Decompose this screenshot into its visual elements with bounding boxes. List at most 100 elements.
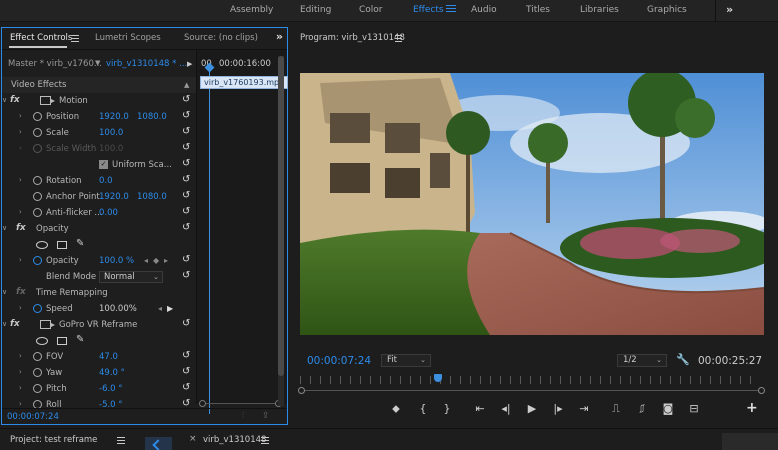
audio-filter-icon[interactable]: ⫶ [242, 411, 244, 421]
lift-icon[interactable]: ⎍ [608, 402, 624, 416]
project-tab[interactable]: Project: test reframe [10, 435, 97, 445]
reset-icon[interactable]: ↺ [182, 158, 190, 169]
tab-source[interactable]: Source: (no clips) [184, 33, 258, 43]
export-icon[interactable]: ⇪ [262, 411, 270, 421]
disclosure-triangle-icon[interactable]: ∨ [2, 96, 7, 104]
stopwatch-icon[interactable] [33, 192, 42, 201]
stopwatch-icon[interactable] [33, 352, 42, 361]
workspace-libraries[interactable]: Libraries [580, 5, 619, 15]
scale-value[interactable]: 100.0 [99, 128, 123, 138]
workspace-graphics[interactable]: Graphics [647, 5, 687, 15]
opacity-value[interactable]: 100.0 % [99, 256, 134, 266]
next-keyframe-icon[interactable]: ▶ [167, 304, 173, 313]
effect-opacity[interactable]: ∨ fx Opacity ↺ [2, 221, 196, 237]
motion-transform-icon[interactable] [40, 96, 55, 105]
rectangle-mask-icon[interactable] [57, 241, 67, 249]
reset-icon[interactable]: ↺ [182, 270, 190, 281]
tab-lumetri-scopes[interactable]: Lumetri Scopes [95, 33, 161, 43]
playhead-line[interactable] [209, 66, 210, 414]
zoom-handle-right[interactable] [758, 387, 765, 394]
rectangle-mask-icon[interactable] [57, 337, 67, 345]
step-forward-icon[interactable]: |▸ [550, 402, 566, 415]
effect-motion[interactable]: ∨ fx Motion ↺ [2, 93, 196, 109]
current-timecode[interactable]: 00:00:07:24 [307, 355, 371, 367]
zoom-handle-left[interactable] [199, 400, 206, 407]
disclosure-triangle-icon[interactable]: ∨ [2, 320, 7, 328]
panel-menu-icon[interactable] [71, 33, 79, 44]
uniform-scale-checkbox[interactable]: ✓ [99, 160, 108, 169]
sequence-tab[interactable]: virb_v1310148 [203, 435, 266, 445]
reset-icon[interactable]: ↺ [182, 110, 190, 121]
prev-keyframe-icon[interactable]: ◂ [158, 304, 162, 313]
mark-in-icon[interactable]: { [415, 402, 431, 415]
reset-icon[interactable]: ↺ [182, 142, 190, 153]
stopwatch-icon[interactable] [33, 368, 42, 377]
master-clip-label[interactable]: Master * virb_v1760... [8, 59, 102, 69]
reset-icon[interactable]: ↺ [182, 350, 190, 361]
disclosure-triangle-icon[interactable]: › [19, 400, 22, 408]
disclosure-triangle-icon[interactable]: › [19, 128, 22, 136]
effect-time-remapping[interactable]: ∨ fx Time Remapping [2, 285, 196, 301]
fov-value[interactable]: 47.0 [99, 352, 118, 362]
reset-icon[interactable]: ↺ [182, 206, 190, 217]
disclosure-triangle-icon[interactable]: › [19, 208, 22, 216]
step-back-icon[interactable]: ◂| [498, 402, 514, 415]
zoom-scroll-track[interactable] [300, 390, 762, 391]
workspace-effects[interactable]: Effects [413, 5, 444, 15]
mark-out-icon[interactable]: } [439, 402, 455, 415]
anti-flicker-value[interactable]: 0.00 [99, 208, 118, 218]
disclosure-triangle-icon[interactable]: › [19, 352, 22, 360]
disclosure-triangle-icon[interactable]: › [19, 384, 22, 392]
workspace-menu-icon[interactable] [446, 3, 456, 14]
reset-icon[interactable]: ↺ [182, 318, 190, 329]
stopwatch-icon[interactable] [33, 384, 42, 393]
workspace-titles[interactable]: Titles [526, 5, 550, 15]
workspace-audio[interactable]: Audio [471, 5, 497, 15]
camera-icon[interactable]: ◙ [660, 402, 676, 415]
stopwatch-icon[interactable] [33, 208, 42, 217]
pen-mask-icon[interactable]: ✎ [76, 238, 84, 249]
stopwatch-icon[interactable] [33, 128, 42, 137]
stopwatch-icon[interactable] [33, 176, 42, 185]
scrollbar-thumb[interactable] [278, 56, 284, 376]
program-title[interactable]: Program: virb_v1310148 [300, 33, 405, 43]
ellipse-mask-icon[interactable] [36, 337, 48, 345]
playhead-handle[interactable] [434, 374, 442, 382]
reset-icon[interactable]: ↺ [182, 222, 190, 233]
add-marker-icon[interactable]: ⬥ [388, 402, 404, 416]
workspace-assembly[interactable]: Assembly [230, 5, 273, 15]
comparison-view-icon[interactable]: ⊟ [686, 402, 702, 415]
reset-icon[interactable]: ↺ [182, 174, 190, 185]
rotation-value[interactable]: 0.0 [99, 176, 113, 186]
timeline-zoom-track[interactable] [201, 403, 279, 404]
footer-timecode[interactable]: 00:00:07:24 [7, 412, 59, 422]
stopwatch-icon[interactable] [33, 304, 42, 313]
ellipse-mask-icon[interactable] [36, 241, 48, 249]
prev-keyframe-icon[interactable]: ◂ [144, 256, 148, 265]
tab-effect-controls[interactable]: Effect Controls [10, 33, 72, 43]
anchor-x-value[interactable]: 1920.0 [99, 192, 129, 202]
yaw-value[interactable]: 49.0 ° [99, 368, 125, 378]
reset-icon[interactable]: ↺ [182, 366, 190, 377]
next-keyframe-icon[interactable]: ▸ [164, 256, 168, 265]
transform-icon[interactable] [40, 320, 55, 329]
disclosure-triangle-icon[interactable]: › [19, 176, 22, 184]
add-keyframe-icon[interactable]: ◆ [153, 256, 159, 265]
fx-icon[interactable]: fx [10, 319, 20, 329]
panel-overflow-button[interactable]: » [276, 30, 283, 43]
workspace-color[interactable]: Color [359, 5, 383, 15]
pitch-value[interactable]: -6.0 ° [99, 384, 123, 394]
selection-tool-icon[interactable] [145, 437, 172, 450]
zoom-handle-left[interactable] [298, 387, 305, 394]
chevron-down-icon[interactable]: ▼ [95, 59, 100, 67]
zoom-select[interactable]: Fit ⌄ [381, 354, 431, 367]
disclosure-triangle-icon[interactable]: › [19, 368, 22, 376]
position-y-value[interactable]: 1080.0 [137, 112, 167, 122]
workspace-editing[interactable]: Editing [300, 5, 331, 15]
panel-scrollbar[interactable] [278, 56, 284, 406]
anchor-y-value[interactable]: 1080.0 [137, 192, 167, 202]
effect-gopro-vr-reframe[interactable]: ∨ fx GoPro VR Reframe ↺ [2, 317, 196, 333]
fx-icon[interactable]: fx [16, 223, 26, 233]
fx-icon[interactable]: fx [10, 95, 20, 105]
playhead-handle[interactable] [204, 62, 215, 73]
